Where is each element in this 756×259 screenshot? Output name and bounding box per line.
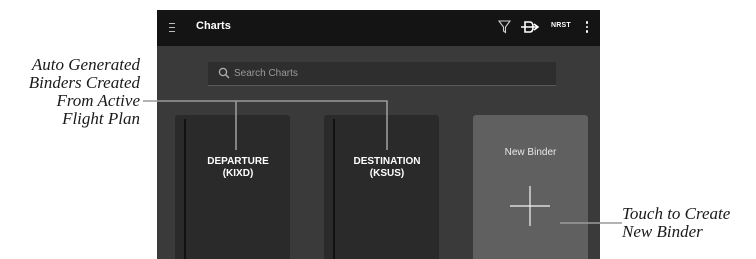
callout-auto-generated-binders: Auto Generated Binders Created From Acti… [4,56,140,128]
app-bar: Charts NRST [157,10,600,46]
binder-code: (KSUS) [369,168,405,179]
new-binder-button[interactable]: New Binder [473,115,588,259]
new-binder-label: New Binder [504,147,557,158]
direct-to-icon[interactable] [521,21,539,33]
filter-icon[interactable] [498,20,511,34]
binder-label: DESTINATION (KSUS) [335,156,439,180]
nrst-button[interactable]: NRST [551,22,571,29]
binder-name: DESTINATION [353,156,421,167]
menu-icon[interactable] [169,20,177,34]
callout-touch-to-create: Touch to Create New Binder [622,205,756,241]
search-icon [218,67,230,79]
charts-screen: Charts NRST Search Charts DEPARTURE (KIX… [157,10,600,259]
plus-icon [510,186,550,226]
search-placeholder: Search Charts [234,68,298,79]
callout-left-line-3: From Active [56,91,140,110]
callout-right-line-1: Touch to Create [622,204,731,223]
callout-left-line-1: Auto Generated [31,55,140,74]
callout-left-line-2: Binders Created [28,73,140,92]
binder-name: DEPARTURE [207,156,269,167]
page-title: Charts [196,20,231,32]
binder-label: DEPARTURE (KIXD) [186,156,290,180]
more-vert-icon[interactable] [585,21,589,34]
binder-departure[interactable]: DEPARTURE (KIXD) [175,115,290,259]
callout-right-line-2: New Binder [622,222,703,241]
binder-spine [184,119,186,259]
callout-left-line-4: Flight Plan [62,109,140,128]
binder-spine [333,119,335,259]
search-input[interactable]: Search Charts [208,62,556,86]
binder-destination[interactable]: DESTINATION (KSUS) [324,115,439,259]
binder-code: (KIXD) [222,168,254,179]
